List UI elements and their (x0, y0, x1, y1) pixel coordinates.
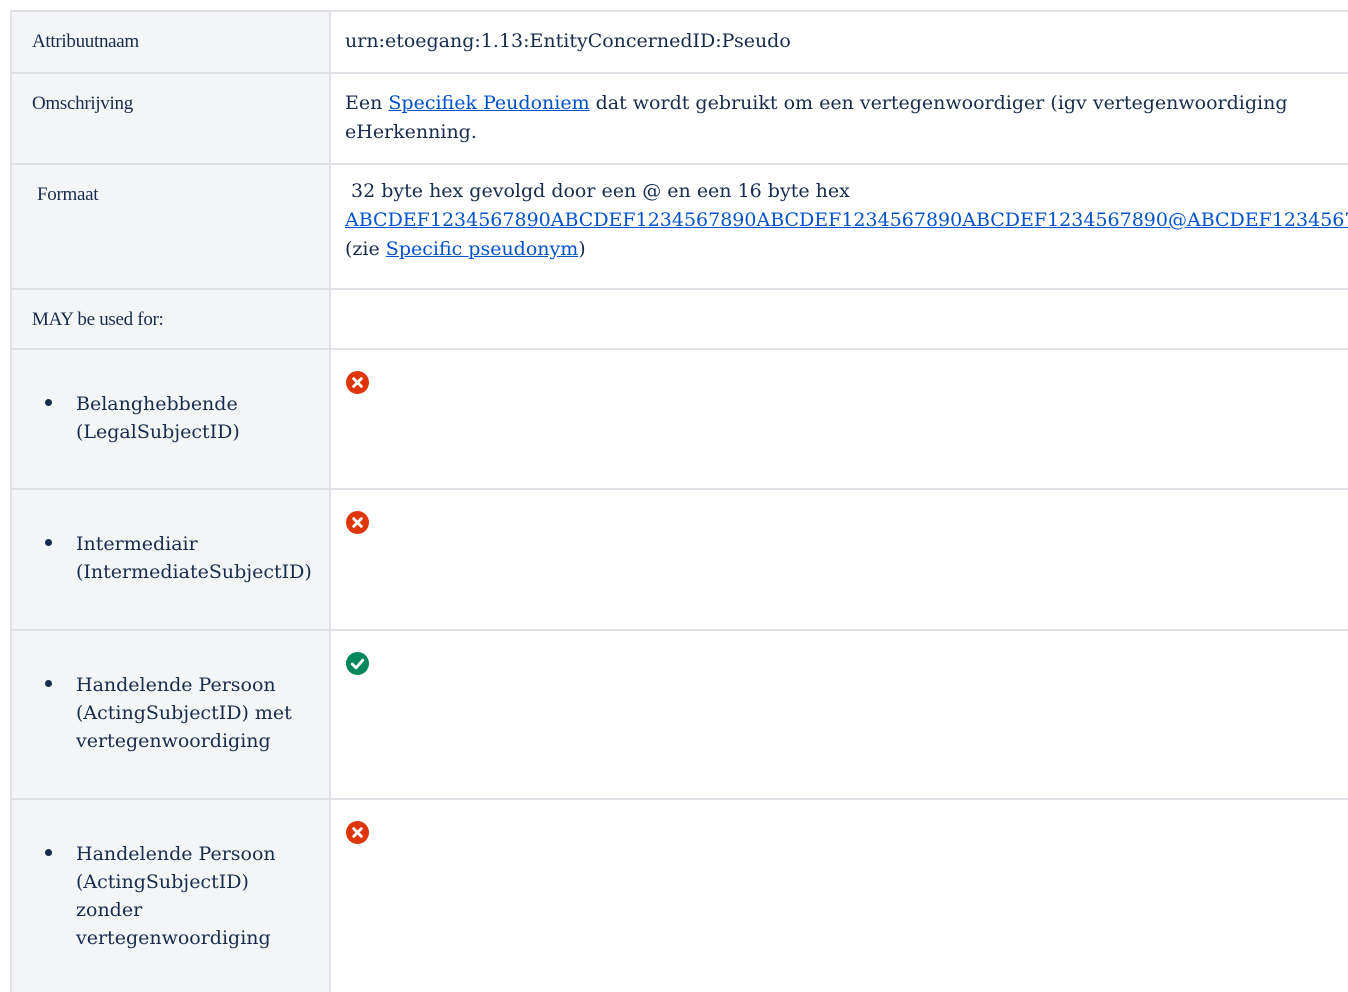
label-cell: Intermediair (IntermediateSubjectID) (10, 488, 331, 631)
row-format: Formaat 32 byte hex gevolgd door een @ e… (10, 163, 1348, 290)
value-cell (329, 488, 1348, 631)
usage-status (331, 350, 1348, 398)
label-cell: MAY be used for: (10, 288, 331, 350)
value-cell (329, 798, 1348, 992)
format-see-suffix: ) (578, 238, 586, 260)
usage-label: Belanghebbende (LegalSubjectID) (76, 393, 240, 443)
bullet-icon (45, 680, 52, 687)
row-attribute-name: Attribuutnaam urn:etoegang:1.13:EntityCo… (10, 10, 1348, 74)
row-may-be-used-for: MAY be used for: (10, 288, 1348, 350)
format-value: 32 byte hex gevolgd door een @ en een 16… (331, 165, 1348, 264)
specific-pseudonym-link[interactable]: Specific pseudonym (386, 238, 578, 260)
label-cell: Omschrijving (10, 72, 331, 165)
usage-row: Belanghebbende (LegalSubjectID) (10, 348, 1348, 490)
label-cell: Handelende Persoon (ActingSubjectID) zon… (10, 798, 331, 992)
list-item: Handelende Persoon (ActingSubjectID) zon… (12, 800, 329, 952)
row-description: Omschrijving Een Specifiek Peudoniem dat… (10, 72, 1348, 165)
format-line1: 32 byte hex gevolgd door een @ en een 16… (345, 180, 850, 202)
attribute-name-label: Attribuutnaam (32, 31, 139, 52)
list-item: Intermediair (IntermediateSubjectID) (12, 490, 329, 586)
usage-row: Handelende Persoon (ActingSubjectID) met… (10, 629, 1348, 800)
label-cell: Handelende Persoon (ActingSubjectID) met… (10, 629, 331, 800)
description-text-after: dat wordt gebruikt om een vertegenwoordi… (589, 92, 1288, 114)
usage-row: Intermediair (IntermediateSubjectID) (10, 488, 1348, 631)
value-cell (329, 629, 1348, 800)
label-cell: Formaat (10, 163, 331, 290)
cross-circle-icon (346, 371, 369, 394)
specifiek-pseudoniem-link[interactable]: Specifiek Peudoniem (388, 92, 589, 114)
value-cell (329, 288, 1348, 350)
description-label: Omschrijving (32, 93, 133, 114)
may-be-used-for-label: MAY be used for: (32, 309, 164, 330)
value-cell: 32 byte hex gevolgd door een @ en een 16… (329, 163, 1348, 290)
cross-circle-icon (346, 511, 369, 534)
bullet-icon (45, 399, 52, 406)
attribute-table-container: Attribuutnaam urn:etoegang:1.13:EntityCo… (10, 10, 1348, 992)
usage-status (331, 490, 1348, 538)
bullet-icon (45, 539, 52, 546)
format-label: Formaat (37, 184, 99, 205)
attribute-table: Attribuutnaam urn:etoegang:1.13:EntityCo… (10, 10, 1348, 992)
format-example-link[interactable]: ABCDEF1234567890ABCDEF1234567890ABCDEF12… (345, 209, 1348, 231)
usage-row: Handelende Persoon (ActingSubjectID) zon… (10, 798, 1348, 992)
label-cell: Belanghebbende (LegalSubjectID) (10, 348, 331, 490)
description-text-before: Een (345, 92, 389, 114)
description-line2: eHerkenning. (345, 121, 477, 143)
format-see-prefix: (zie (345, 238, 386, 260)
value-cell: Een Specifiek Peudoniem dat wordt gebrui… (329, 72, 1348, 165)
list-item: Belanghebbende (LegalSubjectID) (12, 350, 329, 446)
cross-circle-icon (346, 821, 369, 844)
value-cell: urn:etoegang:1.13:EntityConcernedID:Pseu… (329, 10, 1348, 74)
bullet-icon (45, 849, 52, 856)
usage-label: Handelende Persoon (ActingSubjectID) met… (76, 674, 292, 752)
attribute-name-value: urn:etoegang:1.13:EntityConcernedID:Pseu… (345, 30, 791, 52)
usage-label: Intermediair (IntermediateSubjectID) (76, 533, 312, 583)
check-circle-icon (346, 652, 369, 675)
value-cell (329, 348, 1348, 490)
usage-status (331, 631, 1348, 679)
list-item: Handelende Persoon (ActingSubjectID) met… (12, 631, 329, 755)
usage-status (331, 800, 1348, 848)
description-value: Een Specifiek Peudoniem dat wordt gebrui… (331, 74, 1348, 147)
label-cell: Attribuutnaam (10, 10, 331, 74)
usage-label: Handelende Persoon (ActingSubjectID) zon… (76, 843, 276, 949)
